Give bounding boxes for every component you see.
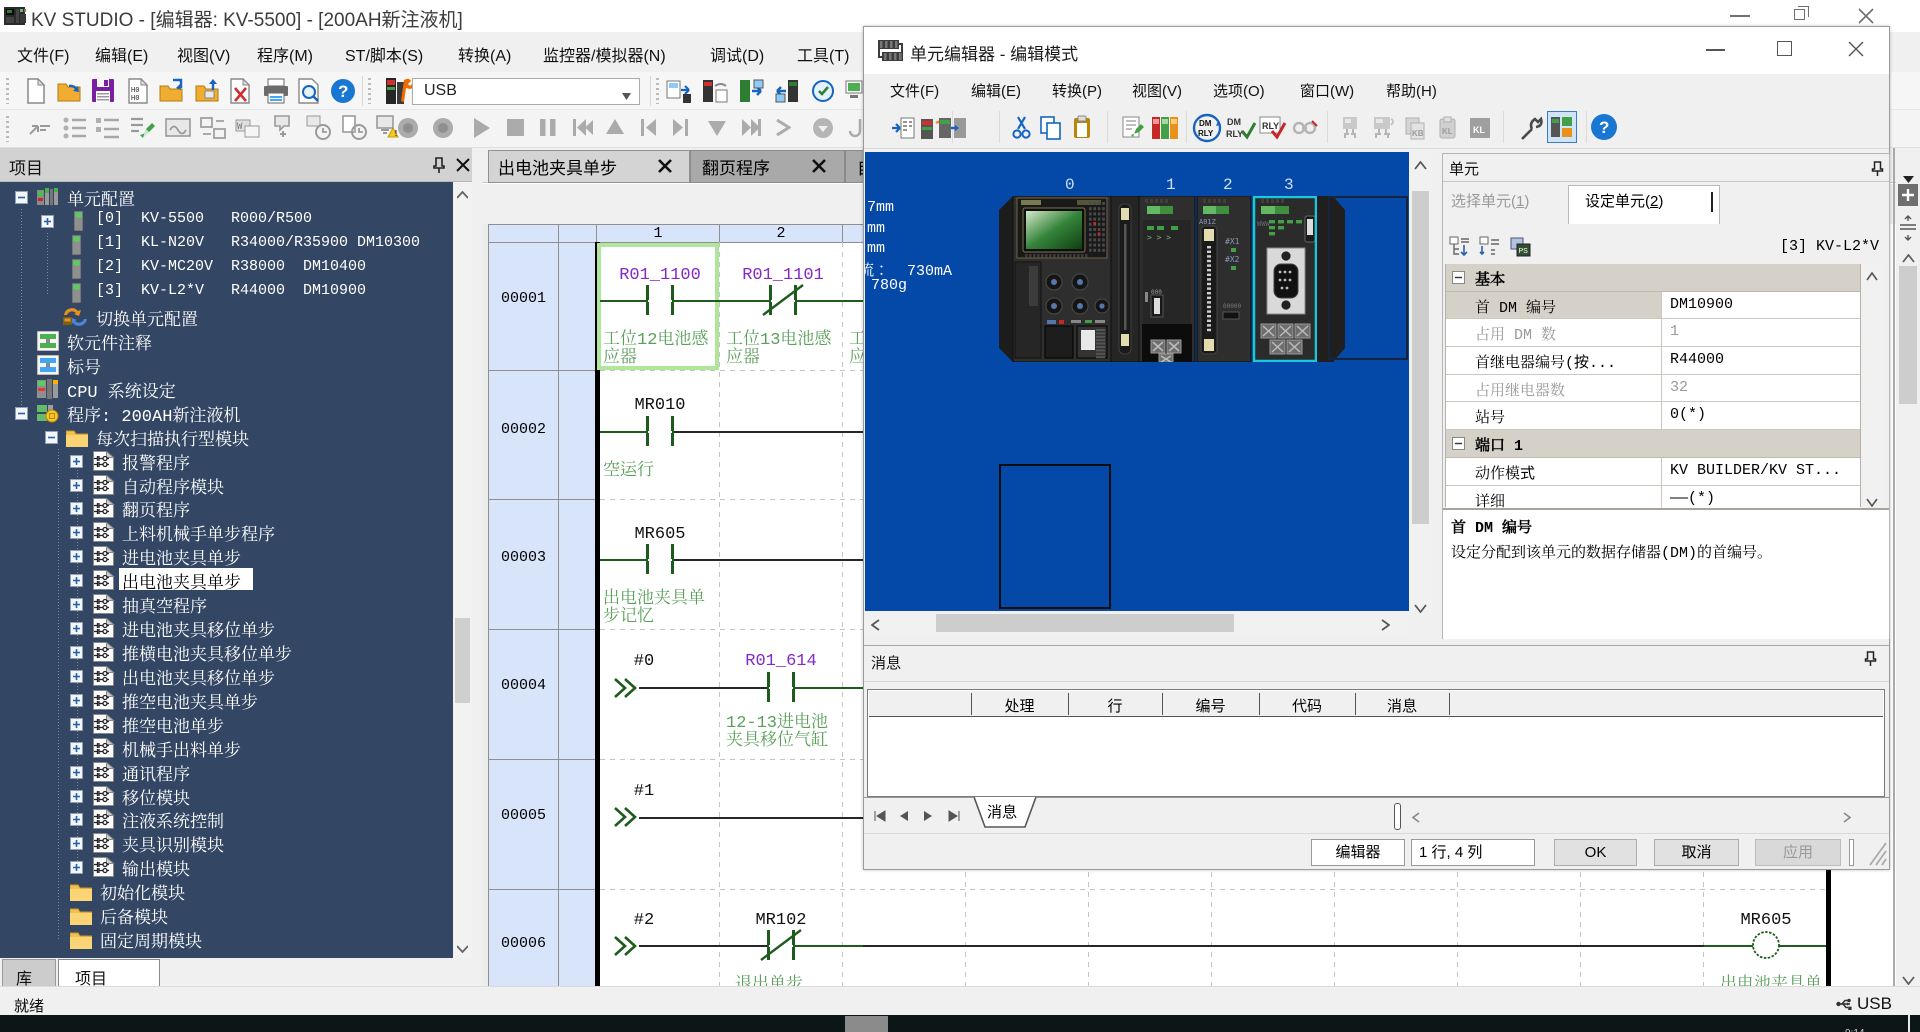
svg-text:RLY: RLY	[1262, 121, 1279, 131]
svg-text:RLY: RLY	[1226, 129, 1243, 139]
svg-text:KB: KB	[1412, 129, 1424, 138]
svg-text:KL: KL	[1442, 127, 1453, 136]
svg-text:#X1: #X1	[1225, 237, 1240, 246]
svg-text:> > >: > > >	[1147, 233, 1171, 242]
svg-text:H0: H0	[131, 86, 139, 94]
svg-text:?: ?	[1599, 118, 1609, 137]
svg-text:W: W	[237, 122, 243, 132]
svg-text:PS: PS	[1519, 248, 1529, 255]
svg-text:RLY: RLY	[1198, 129, 1214, 138]
svg-text:H0: H0	[131, 94, 139, 102]
svg-text:00000: 00000	[1223, 303, 1241, 310]
svg-text:WWW: WWW	[1257, 220, 1270, 228]
svg-text:DM: DM	[1227, 117, 1241, 127]
svg-text:A01Z: A01Z	[1199, 218, 1216, 226]
svg-text:DM: DM	[1199, 119, 1212, 128]
svg-text:#X2: #X2	[1225, 255, 1240, 264]
svg-text:?: ?	[338, 82, 348, 101]
svg-text:KL: KL	[1473, 125, 1485, 135]
